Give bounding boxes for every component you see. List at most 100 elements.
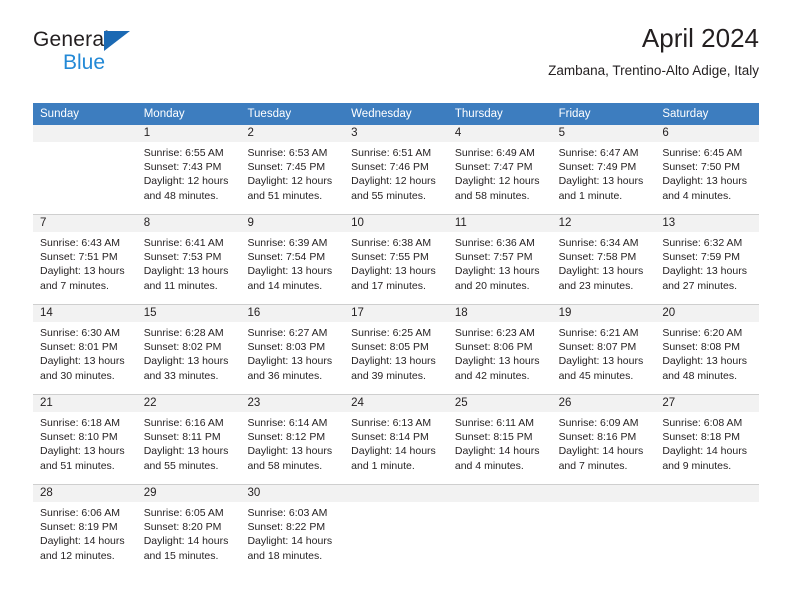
day-cell[interactable]: Sunrise: 6:32 AM Sunset: 7:59 PM Dayligh… (655, 232, 759, 304)
daylight-text-line1: Daylight: 13 hours (662, 175, 747, 188)
day-cell[interactable]: Sunrise: 6:16 AM Sunset: 8:11 PM Dayligh… (137, 412, 241, 484)
daylight-text-line2: and 42 minutes. (454, 369, 530, 382)
sunset-text: Sunset: 8:08 PM (662, 341, 740, 354)
daylight-text-line2: and 45 minutes. (558, 369, 634, 382)
daylight-text-line1: Daylight: 13 hours (558, 265, 644, 278)
day-cell[interactable]: Sunrise: 6:36 AM Sunset: 7:57 PM Dayligh… (448, 232, 552, 304)
day-number: 27 (662, 397, 676, 409)
day-number: 9 (247, 217, 254, 229)
day-detail-row: Sunrise: 6:18 AM Sunset: 8:10 PM Dayligh… (33, 412, 759, 484)
daylight-text-line2: and 51 minutes. (247, 189, 323, 202)
daylight-text-line1: Daylight: 13 hours (558, 175, 644, 188)
sunrise-text: Sunrise: 6:09 AM (558, 417, 639, 429)
day-cell[interactable]: Sunrise: 6:45 AM Sunset: 7:50 PM Dayligh… (655, 142, 759, 214)
day-cell[interactable]: Sunrise: 6:41 AM Sunset: 7:53 PM Dayligh… (137, 232, 241, 304)
day-number: 7 (40, 217, 47, 229)
day-cell[interactable]: Sunrise: 6:08 AM Sunset: 8:18 PM Dayligh… (655, 412, 759, 484)
sunrise-text: Sunrise: 6:20 AM (662, 327, 743, 339)
day-cell[interactable]: Sunrise: 6:43 AM Sunset: 7:51 PM Dayligh… (33, 232, 137, 304)
daylight-text-line2: and 48 minutes. (143, 189, 219, 202)
day-cell[interactable]: Sunrise: 6:14 AM Sunset: 8:12 PM Dayligh… (240, 412, 344, 484)
day-cell[interactable]: Sunrise: 6:20 AM Sunset: 8:08 PM Dayligh… (655, 322, 759, 394)
sunset-text: Sunset: 7:46 PM (351, 161, 429, 174)
day-cell[interactable] (344, 502, 448, 574)
day-cell[interactable]: Sunrise: 6:27 AM Sunset: 8:03 PM Dayligh… (240, 322, 344, 394)
day-number (655, 485, 759, 502)
day-cell[interactable]: Sunrise: 6:11 AM Sunset: 8:15 PM Dayligh… (448, 412, 552, 484)
day-number: 18 (454, 307, 468, 319)
sunset-text: Sunset: 8:02 PM (143, 341, 222, 354)
page-header: General Blue April 2024 Zambana, Trentin… (33, 22, 759, 92)
day-number: 28 (40, 487, 53, 499)
day-cell[interactable]: Sunrise: 6:38 AM Sunset: 7:55 PM Dayligh… (344, 232, 448, 304)
sunrise-text: Sunrise: 6:16 AM (143, 417, 224, 429)
daylight-text-line1: Daylight: 14 hours (143, 535, 229, 548)
sunrise-text: Sunrise: 6:38 AM (351, 237, 432, 249)
day-number: 15 (143, 307, 157, 319)
day-cell[interactable]: Sunrise: 6:55 AM Sunset: 7:43 PM Dayligh… (137, 142, 241, 214)
day-number: 23 (247, 397, 261, 409)
sunrise-text: Sunrise: 6:41 AM (143, 237, 224, 249)
day-number: 11 (454, 217, 467, 229)
day-cell[interactable]: Sunrise: 6:28 AM Sunset: 8:02 PM Dayligh… (137, 322, 241, 394)
day-cell[interactable]: Sunrise: 6:21 AM Sunset: 8:07 PM Dayligh… (552, 322, 656, 394)
sunrise-text: Sunrise: 6:03 AM (247, 507, 328, 519)
day-cell[interactable]: Sunrise: 6:09 AM Sunset: 8:16 PM Dayligh… (552, 412, 656, 484)
day-cell[interactable] (448, 502, 552, 574)
sunrise-text: Sunrise: 6:36 AM (454, 237, 535, 249)
logo-text-blue: Blue (63, 51, 106, 74)
day-cell[interactable]: Sunrise: 6:03 AM Sunset: 8:22 PM Dayligh… (240, 502, 344, 574)
day-cell[interactable]: Sunrise: 6:51 AM Sunset: 7:46 PM Dayligh… (344, 142, 448, 214)
sunset-text: Sunset: 7:50 PM (662, 161, 740, 174)
daylight-text-line2: and 18 minutes. (247, 549, 323, 562)
daylight-text-line2: and 58 minutes. (454, 189, 530, 202)
sunrise-text: Sunrise: 6:43 AM (40, 237, 120, 249)
sunset-text: Sunset: 8:15 PM (454, 431, 533, 444)
daylight-text-line2: and 9 minutes. (662, 459, 732, 472)
sunset-text: Sunset: 7:49 PM (558, 161, 637, 174)
day-number: 13 (662, 217, 676, 229)
title-block: April 2024 Zambana, Trentino-Alto Adige,… (548, 22, 759, 79)
daylight-text-line2: and 48 minutes. (662, 369, 738, 382)
day-number: 25 (454, 397, 468, 409)
sunrise-text: Sunrise: 6:39 AM (247, 237, 328, 249)
day-cell[interactable]: Sunrise: 6:53 AM Sunset: 7:45 PM Dayligh… (240, 142, 344, 214)
day-cell[interactable]: Sunrise: 6:18 AM Sunset: 8:10 PM Dayligh… (33, 412, 137, 484)
logo-triangle-icon (104, 31, 130, 51)
day-cell[interactable]: Sunrise: 6:05 AM Sunset: 8:20 PM Dayligh… (137, 502, 241, 574)
day-cell[interactable]: Sunrise: 6:25 AM Sunset: 8:05 PM Dayligh… (344, 322, 448, 394)
sunrise-text: Sunrise: 6:49 AM (454, 147, 535, 159)
generalblue-logo[interactable]: General Blue (33, 28, 233, 86)
sunrise-text: Sunrise: 6:11 AM (454, 417, 535, 429)
day-cell[interactable] (33, 142, 137, 214)
day-cell[interactable]: Sunrise: 6:30 AM Sunset: 8:01 PM Dayligh… (33, 322, 137, 394)
daylight-text-line2: and 4 minutes. (454, 459, 524, 472)
weekday-header-thursday: Thursday (454, 108, 503, 120)
sunset-text: Sunset: 7:51 PM (40, 251, 118, 264)
day-cell[interactable]: Sunrise: 6:06 AM Sunset: 8:19 PM Dayligh… (33, 502, 137, 574)
weekday-header-row: Sunday Monday Tuesday Wednesday Thursday… (33, 103, 759, 125)
day-detail-row: Sunrise: 6:30 AM Sunset: 8:01 PM Dayligh… (33, 322, 759, 394)
day-detail-row: Sunrise: 6:43 AM Sunset: 7:51 PM Dayligh… (33, 232, 759, 304)
weekday-header-monday: Monday (143, 108, 185, 120)
day-cell[interactable]: Sunrise: 6:39 AM Sunset: 7:54 PM Dayligh… (240, 232, 344, 304)
daylight-text-line1: Daylight: 13 hours (143, 445, 229, 458)
day-cell[interactable]: Sunrise: 6:13 AM Sunset: 8:14 PM Dayligh… (344, 412, 448, 484)
day-number: 21 (40, 397, 53, 409)
sunrise-text: Sunrise: 6:45 AM (662, 147, 743, 159)
calendar-page: General Blue April 2024 Zambana, Trentin… (0, 0, 792, 612)
sunset-text: Sunset: 7:53 PM (143, 251, 222, 264)
sunrise-text: Sunrise: 6:18 AM (40, 417, 120, 429)
day-number-row: 21 22 23 24 25 26 27 (33, 395, 759, 412)
day-cell[interactable]: Sunrise: 6:49 AM Sunset: 7:47 PM Dayligh… (448, 142, 552, 214)
sunrise-text: Sunrise: 6:53 AM (247, 147, 328, 159)
day-cell[interactable]: Sunrise: 6:47 AM Sunset: 7:49 PM Dayligh… (552, 142, 656, 214)
day-cell[interactable]: Sunrise: 6:23 AM Sunset: 8:06 PM Dayligh… (448, 322, 552, 394)
day-cell[interactable] (655, 502, 759, 574)
sunset-text: Sunset: 7:57 PM (454, 251, 533, 264)
sunrise-text: Sunrise: 6:32 AM (662, 237, 743, 249)
daylight-text-line1: Daylight: 13 hours (662, 265, 747, 278)
day-cell[interactable]: Sunrise: 6:34 AM Sunset: 7:58 PM Dayligh… (552, 232, 656, 304)
day-number: 2 (247, 127, 254, 139)
day-cell[interactable] (552, 502, 656, 574)
